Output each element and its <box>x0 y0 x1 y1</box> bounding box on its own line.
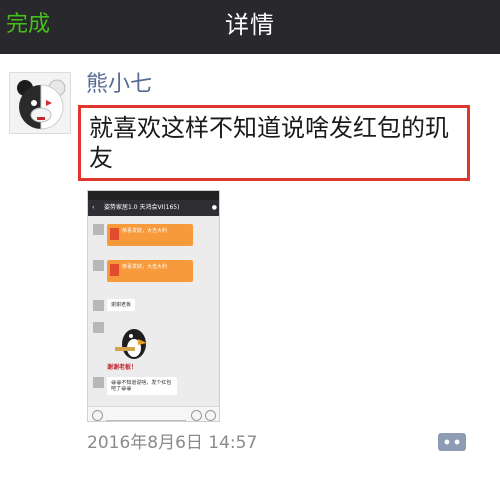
back-icon: ‹ <box>92 204 95 211</box>
message-input <box>106 410 186 421</box>
red-envelope-icon <box>110 264 119 276</box>
red-packet-message: 恭喜发财，大吉大利 <box>107 224 193 246</box>
red-envelope-icon <box>110 228 119 240</box>
status-bar <box>88 191 219 200</box>
plus-icon <box>205 410 216 421</box>
comment-button[interactable] <box>437 432 467 456</box>
red-packet-message: 恭喜发财，大吉大利 <box>107 260 193 282</box>
sender-avatar <box>93 224 104 235</box>
avatar[interactable] <box>9 72 71 134</box>
page-title: 详情 <box>225 11 275 39</box>
sender-avatar <box>93 260 104 271</box>
navigation-bar: 完成 详情 <box>0 0 500 54</box>
sticker-caption: 谢谢老板！ <box>107 364 138 371</box>
comment-icon <box>438 433 466 451</box>
author-name[interactable]: 熊小七 <box>86 71 152 99</box>
sender-avatar <box>93 377 104 388</box>
emoji-icon <box>191 410 202 421</box>
post-text: 就喜欢这样不知道说啥发红包的玑友 <box>89 114 449 172</box>
sender-avatar <box>93 322 104 333</box>
chat-title: 姿势家居1.0 天鸿会VI(165) <box>104 204 180 211</box>
chat-bubble: 😀😀不知道说啥，发个红包吧了😀😀 <box>107 377 177 395</box>
chat-header: ‹ 姿势家居1.0 天鸿会VI(165) ● <box>88 200 219 216</box>
bear-avatar-icon <box>10 73 70 133</box>
group-icon: ● <box>211 204 217 211</box>
highlighted-post-text: 就喜欢这样不知道说啥发红包的玑友 <box>78 105 470 181</box>
chat-input-bar <box>88 406 219 421</box>
attached-chat-screenshot[interactable]: ‹ 姿势家居1.0 天鸿会VI(165) ● 恭喜发财，大吉大利 恭喜发财，大吉… <box>87 190 220 422</box>
sender-avatar <box>93 300 104 311</box>
sticker-image: 谢谢老板！ <box>107 322 157 374</box>
red-packet-text: 恭喜发财，大吉大利 <box>122 264 168 270</box>
red-packet-text: 恭喜发财，大吉大利 <box>122 228 168 234</box>
voice-icon <box>92 410 103 421</box>
post-timestamp: 2016年8月6日 14:57 <box>87 433 258 453</box>
chat-bubble: 谢谢老板 <box>107 299 136 311</box>
